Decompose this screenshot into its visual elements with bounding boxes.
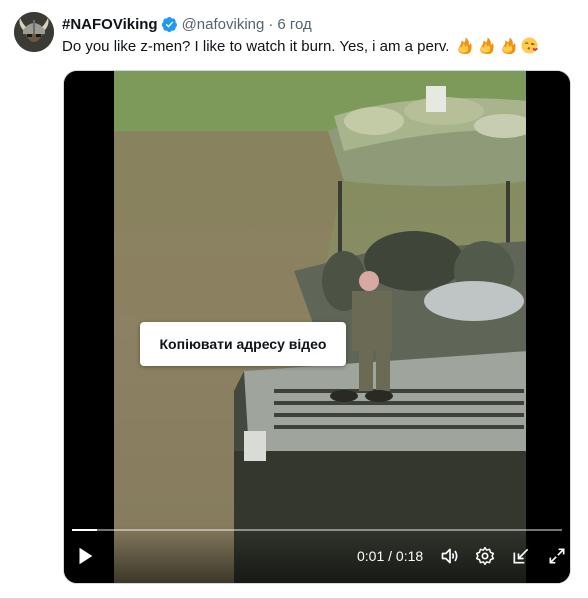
time-readout: 0:01 / 0:18 — [357, 548, 423, 564]
duration: 0:18 — [395, 548, 424, 564]
pop-out-icon[interactable] — [511, 546, 531, 566]
fullscreen-icon[interactable] — [547, 546, 567, 566]
tweet-text: Do you like z-men? I like to watch it bu… — [62, 37, 538, 57]
handle[interactable]: @nafoviking — [182, 16, 265, 33]
video-player[interactable]: Копіювати адресу відео 0:01 / 0:18 — [63, 70, 571, 584]
avatar[interactable] — [14, 12, 54, 52]
progress-fill — [72, 529, 97, 531]
kiss-emoji-icon — [521, 37, 538, 54]
viking-helmet-icon — [14, 12, 54, 52]
letterbox-right — [526, 71, 570, 583]
timestamp[interactable]: 6 год — [277, 16, 311, 33]
progress-bar[interactable] — [72, 529, 562, 531]
time-separator: / — [388, 548, 393, 564]
video-controls: 0:01 / 0:18 — [64, 525, 570, 583]
settings-gear-icon[interactable] — [475, 546, 495, 566]
fire-emoji-icon — [502, 37, 516, 54]
volume-icon[interactable] — [440, 546, 460, 566]
context-menu-copy-video-address[interactable]: Копіювати адресу відео — [140, 322, 346, 366]
tweet-body: Do you like z-men? I like to watch it bu… — [62, 38, 450, 55]
verified-badge-icon — [161, 16, 177, 32]
play-icon[interactable] — [74, 545, 96, 567]
fire-emoji-icon — [457, 37, 472, 54]
tweet-card[interactable]: #NAFOViking @nafoviking · 6 год Do you l… — [0, 0, 588, 599]
tweet-header: #NAFOViking @nafoviking · 6 год — [62, 14, 312, 34]
letterbox-left — [64, 71, 114, 583]
fire-emoji-icon — [480, 37, 494, 54]
display-name[interactable]: #NAFOViking — [62, 16, 158, 33]
current-time: 0:01 — [357, 548, 385, 564]
separator-dot: · — [268, 15, 274, 33]
